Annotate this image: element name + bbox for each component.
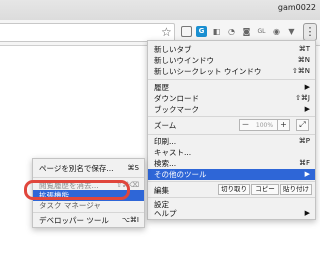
chevron-right-icon: ▶ xyxy=(304,170,310,178)
menu-item-label: ページを別名で保存... xyxy=(39,164,114,173)
profile-name[interactable]: gam0022 xyxy=(278,3,316,12)
menu-item-print[interactable]: 印刷... ⌘P xyxy=(148,136,315,147)
extension-icon[interactable]: ◔ xyxy=(226,26,237,37)
menu-divider xyxy=(148,134,315,135)
extension-icon[interactable]: ▼ xyxy=(286,26,297,37)
extension-icon[interactable]: G xyxy=(196,26,207,37)
submenu-item-save-page[interactable]: ページを別名で保存... ⌘S xyxy=(33,163,144,174)
menu-item-label: タスク マネージャ xyxy=(39,201,101,210)
star-icon[interactable]: ☆ xyxy=(161,25,172,39)
zoom-in-button[interactable]: + xyxy=(277,119,290,131)
paste-button[interactable]: 貼り付け xyxy=(280,184,312,195)
shortcut-label: ⌘N xyxy=(297,56,310,64)
menu-item-help[interactable]: ヘルプ ▶ xyxy=(148,208,315,219)
camera-icon[interactable]: ◙ xyxy=(241,26,252,37)
menu-item-more-tools[interactable]: その他のツール ▶ xyxy=(148,169,315,180)
menu-item-label: ブックマーク xyxy=(154,105,199,114)
menu-item-label: 新しいウインドウ xyxy=(154,56,214,65)
menu-item-label: その他のツール xyxy=(154,170,207,179)
shortcut-label: ⌥⌘I xyxy=(121,216,139,224)
extension-icon[interactable]: ◉ xyxy=(271,26,282,37)
edit-label: 編集 xyxy=(154,186,169,195)
zoom-row: ズーム － 100% + ⤢ xyxy=(148,118,315,132)
menu-item-label: 検索... xyxy=(154,159,177,168)
shortcut-label: ⌘F xyxy=(298,159,310,167)
extension-icon[interactable] xyxy=(181,26,192,37)
menu-divider xyxy=(148,79,315,80)
title-bar: gam0022 xyxy=(0,0,320,20)
menu-item-new-window[interactable]: 新しいウインドウ ⌘N xyxy=(148,55,315,66)
edit-row: 編集 切り取り コピー 貼り付け xyxy=(148,183,315,196)
menu-divider xyxy=(33,177,144,178)
menu-item-find[interactable]: 検索... ⌘F xyxy=(148,158,315,169)
menu-item-label: 履歴 xyxy=(154,83,169,92)
menu-item-label: デベロッパー ツール xyxy=(39,216,109,225)
menu-item-label: 印刷... xyxy=(154,137,177,146)
menu-icon[interactable]: ⋮ xyxy=(303,23,317,41)
menu-item-label: ヘルプ xyxy=(154,209,177,218)
menu-item-label: 新しいシークレット ウインドウ xyxy=(154,67,262,76)
chrome-menu: 新しいタブ ⌘T 新しいウインドウ ⌘N 新しいシークレット ウインドウ ⇧⌘N… xyxy=(147,40,316,220)
chevron-right-icon: ▶ xyxy=(304,83,310,91)
shortcut-label: ⌘S xyxy=(127,164,139,172)
shortcut-label: ⌘T xyxy=(298,45,310,53)
shortcut-label: ⇧⌘N xyxy=(291,67,310,75)
zoom-label: ズーム xyxy=(154,121,177,130)
menu-divider xyxy=(148,116,315,117)
menu-item-bookmarks[interactable]: ブックマーク ▶ xyxy=(148,104,315,115)
shortcut-label: ⌘P xyxy=(298,137,310,145)
menu-divider xyxy=(148,181,315,182)
menu-item-label: ダウンロード xyxy=(154,94,199,103)
menu-item-cast[interactable]: キャスト... xyxy=(148,147,315,158)
cut-button[interactable]: 切り取り xyxy=(218,184,250,195)
menu-divider xyxy=(148,197,315,198)
extension-icon[interactable]: GL xyxy=(256,26,267,37)
menu-item-new-incognito[interactable]: 新しいシークレット ウインドウ ⇧⌘N xyxy=(148,66,315,77)
menu-divider xyxy=(33,212,144,213)
menu-item-label: 新しいタブ xyxy=(154,45,192,54)
extension-icon[interactable]: ◧ xyxy=(211,26,222,37)
menu-item-new-tab[interactable]: 新しいタブ ⌘T xyxy=(148,44,315,55)
shortcut-label: ⇧⌘J xyxy=(295,94,310,102)
copy-button[interactable]: コピー xyxy=(251,184,279,195)
fullscreen-icon[interactable]: ⤢ xyxy=(296,119,309,131)
menu-item-history[interactable]: 履歴 ▶ xyxy=(148,82,315,93)
submenu-item-dev-tools[interactable]: デベロッパー ツール ⌥⌘I xyxy=(33,215,144,226)
highlight-ring xyxy=(24,180,130,200)
menu-item-downloads[interactable]: ダウンロード ⇧⌘J xyxy=(148,93,315,104)
zoom-level: 100% xyxy=(251,119,278,131)
chevron-right-icon: ▶ xyxy=(304,105,310,113)
chevron-right-icon: ▶ xyxy=(304,209,310,217)
menu-item-label: キャスト... xyxy=(154,148,192,157)
submenu-item-task-manager[interactable]: タスク マネージャ xyxy=(33,200,144,211)
